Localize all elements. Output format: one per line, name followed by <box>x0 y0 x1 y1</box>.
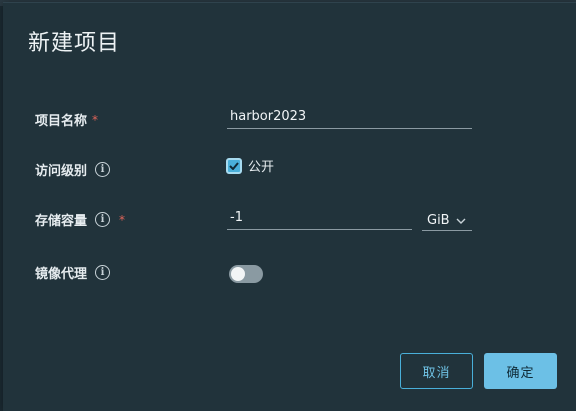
chevron-down-icon <box>456 218 466 224</box>
proxy-cache-toggle[interactable] <box>229 265 263 283</box>
access-level-label-text: 访问级别 <box>35 164 88 179</box>
storage-unit-select[interactable]: GiB <box>422 211 472 231</box>
ok-button[interactable]: 确定 <box>484 353 557 389</box>
project-name-label: 项目名称 * <box>35 110 99 130</box>
info-icon[interactable]: i <box>95 265 111 280</box>
required-mark: * <box>119 212 126 227</box>
public-checkbox[interactable] <box>226 157 242 174</box>
public-checkbox-group[interactable]: 公开 <box>226 156 274 175</box>
cancel-button[interactable]: 取消 <box>400 353 473 389</box>
access-level-label: 访问级别 i <box>35 160 111 179</box>
project-name-input[interactable] <box>227 109 472 129</box>
toggle-knob <box>231 267 245 281</box>
info-icon[interactable]: i <box>95 212 111 227</box>
required-mark: * <box>92 112 99 127</box>
project-name-label-text: 项目名称 <box>35 114 88 129</box>
info-icon[interactable]: i <box>95 162 111 177</box>
storage-quota-input[interactable] <box>227 210 412 230</box>
storage-quota-label: 存储容量 i * <box>35 210 125 229</box>
proxy-cache-label: 镜像代理 i <box>35 263 111 282</box>
checkmark-icon <box>229 161 239 170</box>
storage-unit-value: GiB <box>427 213 450 228</box>
public-checkbox-label[interactable]: 公开 <box>248 156 274 175</box>
proxy-cache-label-text: 镜像代理 <box>35 267 88 282</box>
new-project-dialog: 新建项目 项目名称 * 访问级别 i 公开 存储容量 i * GiB 镜像代理 … <box>3 2 576 411</box>
storage-quota-label-text: 存储容量 <box>35 214 88 229</box>
dialog-title: 新建项目 <box>28 31 121 56</box>
